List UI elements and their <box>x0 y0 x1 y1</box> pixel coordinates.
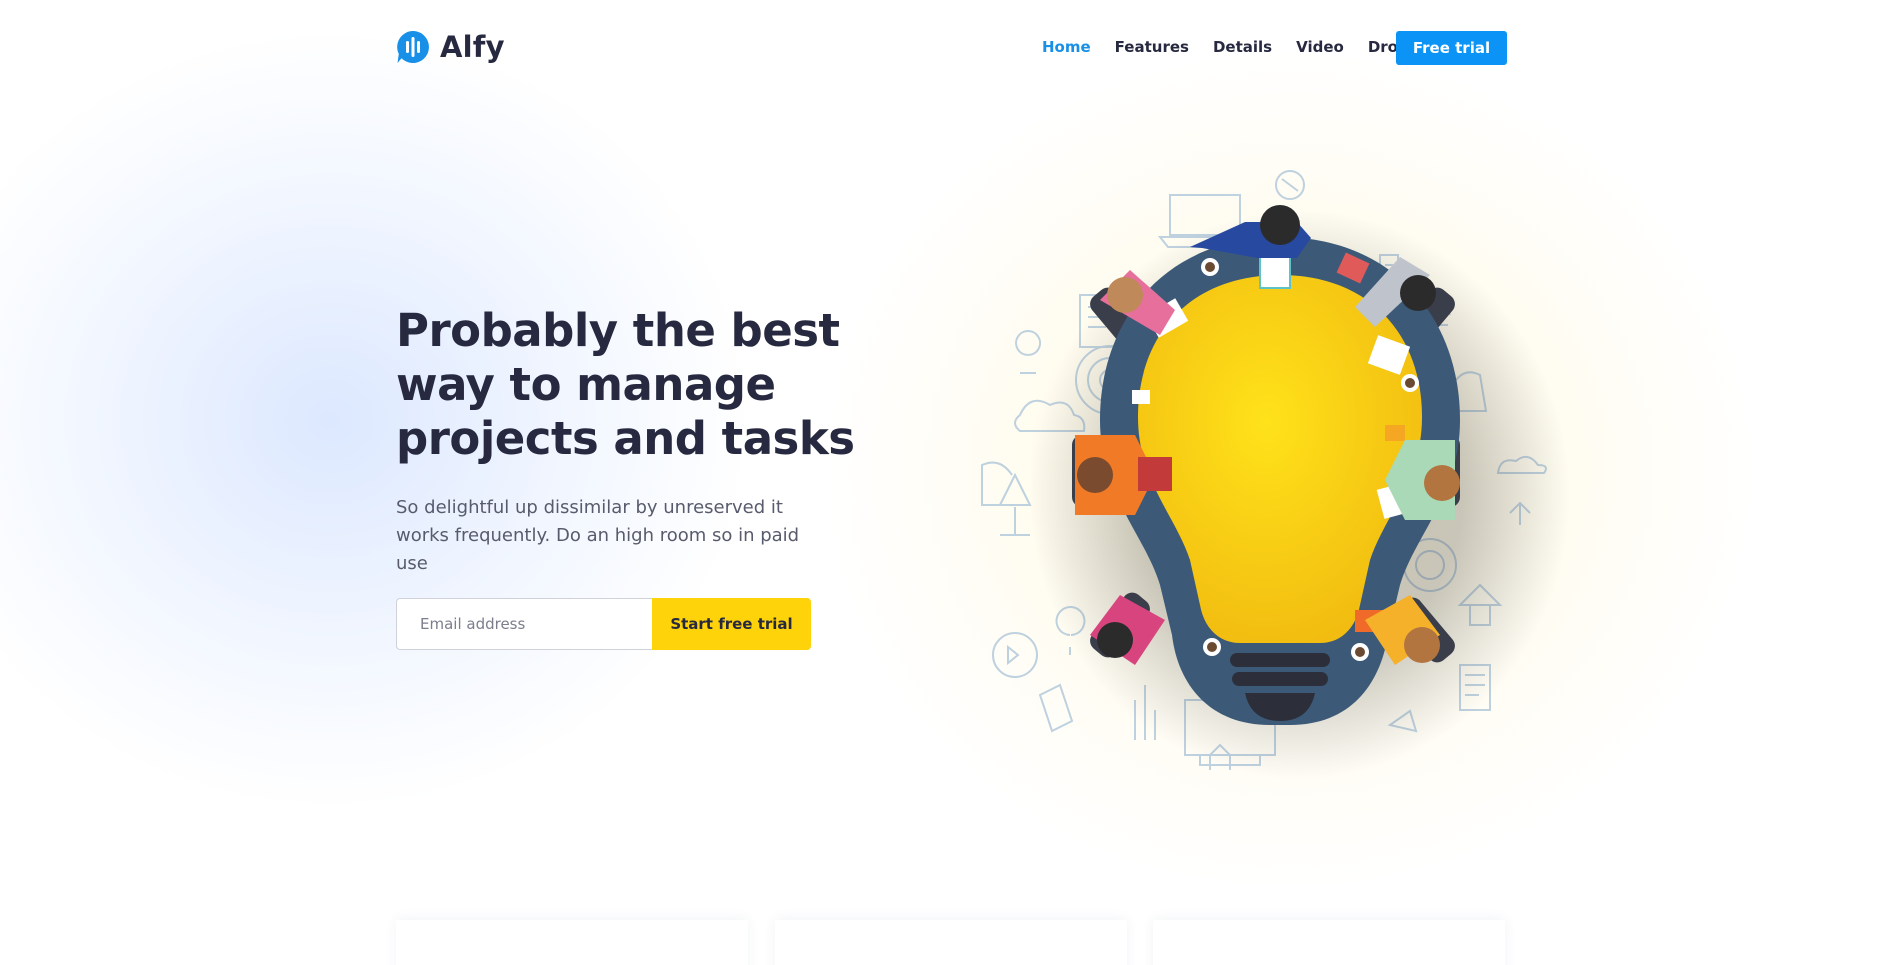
hero-title: Probably the best way to manage projects… <box>396 304 855 465</box>
brand-link[interactable]: Alfy <box>396 30 505 64</box>
nav-item-home[interactable]: Home <box>1042 38 1091 56</box>
top-navbar: Alfy Home Features Details Video Drop Fr… <box>0 0 1903 96</box>
nav-item-details[interactable]: Details <box>1213 38 1272 56</box>
nav-item-features[interactable]: Features <box>1115 38 1189 56</box>
nav-menu: Home Features Details Video Drop <box>1042 38 1445 56</box>
feature-card <box>1153 920 1505 965</box>
feature-card <box>775 920 1127 965</box>
feature-card <box>396 920 748 965</box>
email-field[interactable] <box>396 598 652 650</box>
landing-page: Alfy Home Features Details Video Drop Fr… <box>0 0 1903 965</box>
signup-form: Start free trial <box>396 598 811 650</box>
start-free-trial-button[interactable]: Start free trial <box>652 598 811 650</box>
team-meeting-lightbulb-illustration <box>981 170 1570 780</box>
free-trial-button[interactable]: Free trial <box>1396 31 1507 65</box>
nav-item-video[interactable]: Video <box>1296 38 1344 56</box>
hero-subtitle: So delightful up dissimilar by unreserve… <box>396 497 800 574</box>
brand-name: Alfy <box>440 30 505 64</box>
sound-bars-bubble-icon <box>397 31 429 63</box>
